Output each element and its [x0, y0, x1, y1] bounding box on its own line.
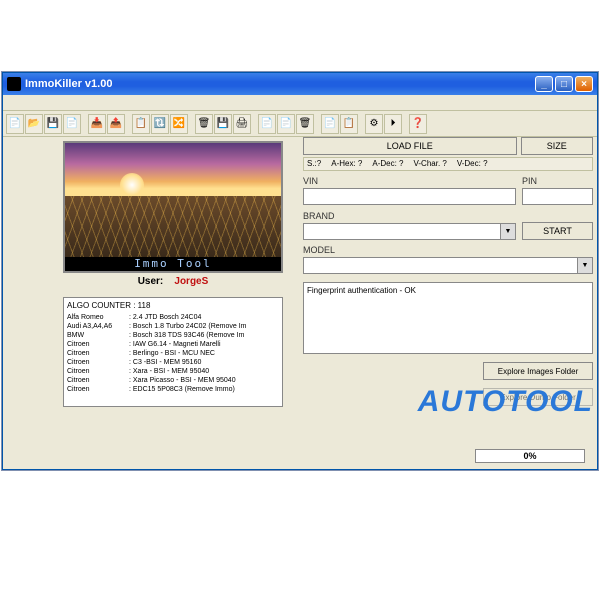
table-row[interactable]: Citroen: C3 -BSI - MEM 95160 — [67, 358, 279, 367]
stat-vchar: V-Char. ? — [413, 159, 446, 169]
preview-image: Immo Tool — [63, 141, 283, 273]
toolbar-button[interactable]: 📋 — [340, 114, 358, 134]
menubar — [3, 95, 597, 111]
vin-label: VIN — [303, 174, 516, 188]
stats-line: S.:? A-Hex: ? A-Dec: ? V-Char. ? V-Dec: … — [303, 157, 593, 171]
brand-label: BRAND — [303, 209, 516, 223]
toolbar-button[interactable]: 🖨 — [233, 114, 251, 134]
toolbar-button[interactable]: 📂 — [25, 114, 43, 134]
table-row[interactable]: Citroen: Xara - BSI - MEM 95040 — [67, 367, 279, 376]
toolbar-button[interactable]: 📄 — [258, 114, 276, 134]
model-label: MODEL — [303, 243, 593, 257]
preview-brand-text: Immo Tool — [65, 257, 281, 271]
toolbar-button[interactable]: 📤 — [107, 114, 125, 134]
toolbar-button[interactable]: ❓ — [409, 114, 427, 134]
toolbar-button[interactable]: ⏵ — [384, 114, 402, 134]
table-row[interactable]: BMW: Bosch 318 TDS 93C46 (Remove Im — [67, 331, 279, 340]
toolbar-button[interactable]: 💾 — [44, 114, 62, 134]
toolbar-button[interactable]: 📄 — [277, 114, 295, 134]
toolbar-button[interactable]: 🔀 — [170, 114, 188, 134]
toolbar-button[interactable]: 📄 — [63, 114, 81, 134]
chevron-down-icon: ▼ — [577, 258, 592, 273]
table-row[interactable]: Audi A3,A4,A6: Bosch 1.8 Turbo 24C02 (Re… — [67, 322, 279, 331]
table-row[interactable]: Citroen: Xara Picasso - BSI - MEM 95040 — [67, 376, 279, 385]
app-window: ImmoKiller v1.00 _ □ × 📄📂💾📄📥📤📋🔃🔀🗑💾🖨📄📄🗑📄📋… — [2, 72, 598, 470]
model-select[interactable]: ▼ — [303, 257, 593, 274]
start-button[interactable]: START — [522, 222, 593, 240]
minimize-button[interactable]: _ — [535, 76, 553, 92]
watermark-text: AUTOTOOL — [418, 385, 593, 419]
algo-header: ALGO COUNTER : 118 — [67, 301, 279, 310]
message-box[interactable]: Fingerprint authentication - OK — [303, 282, 593, 354]
algo-list[interactable]: ALGO COUNTER : 118 Alfa Romeo: 2.4 JTD B… — [63, 297, 283, 407]
chevron-down-icon: ▼ — [500, 224, 515, 239]
toolbar-button[interactable]: 💾 — [214, 114, 232, 134]
toolbar-button[interactable]: 📋 — [132, 114, 150, 134]
toolbar-button[interactable]: 🔃 — [151, 114, 169, 134]
toolbar: 📄📂💾📄📥📤📋🔃🔀🗑💾🖨📄📄🗑📄📋⚙⏵❓ — [3, 111, 597, 137]
table-row[interactable]: Citroen: EDC15 5P08C3 (Remove Immo) — [67, 385, 279, 394]
stat-s: S.:? — [307, 159, 321, 169]
size-button[interactable]: SIZE — [521, 137, 594, 155]
toolbar-button[interactable]: 📥 — [88, 114, 106, 134]
load-file-button[interactable]: LOAD FILE — [303, 137, 517, 155]
progress-bar: 0% — [475, 449, 585, 463]
table-row[interactable]: Alfa Romeo: 2.4 JTD Bosch 24C04 — [67, 313, 279, 322]
app-icon — [7, 77, 21, 91]
explore-images-button[interactable]: Explore Images Folder — [483, 362, 593, 380]
toolbar-button[interactable]: 📄 — [6, 114, 24, 134]
pin-label: PIN — [522, 174, 593, 188]
table-row[interactable]: Citroen: Berlingo - BSI - MCU NEC — [67, 349, 279, 358]
titlebar[interactable]: ImmoKiller v1.00 _ □ × — [3, 73, 597, 95]
toolbar-button[interactable]: ⚙ — [365, 114, 383, 134]
user-name: JorgeS — [174, 276, 208, 287]
toolbar-button[interactable]: 📄 — [321, 114, 339, 134]
algo-table: Alfa Romeo: 2.4 JTD Bosch 24C04Audi A3,A… — [67, 313, 279, 394]
user-label: User: — [138, 276, 164, 287]
vin-input[interactable] — [303, 188, 516, 205]
close-button[interactable]: × — [575, 76, 593, 92]
toolbar-button[interactable]: 🗑 — [195, 114, 213, 134]
stat-ahex: A-Hex: ? — [331, 159, 362, 169]
maximize-button[interactable]: □ — [555, 76, 573, 92]
table-row[interactable]: Citroen: IAW G6.14 - Magneti Marelli — [67, 340, 279, 349]
toolbar-button[interactable]: 🗑 — [296, 114, 314, 134]
message-text: Fingerprint authentication - OK — [307, 286, 416, 295]
pin-input[interactable] — [522, 188, 593, 205]
brand-select[interactable]: ▼ — [303, 223, 516, 240]
content-area: Immo Tool User: JorgeS ALGO COUNTER : 11… — [3, 137, 597, 469]
left-pane: Immo Tool User: JorgeS ALGO COUNTER : 11… — [63, 141, 283, 407]
stat-adec: A-Dec: ? — [372, 159, 403, 169]
window-title: ImmoKiller v1.00 — [25, 78, 112, 90]
user-line: User: JorgeS — [63, 276, 283, 287]
stat-vdec: V-Dec: ? — [457, 159, 488, 169]
